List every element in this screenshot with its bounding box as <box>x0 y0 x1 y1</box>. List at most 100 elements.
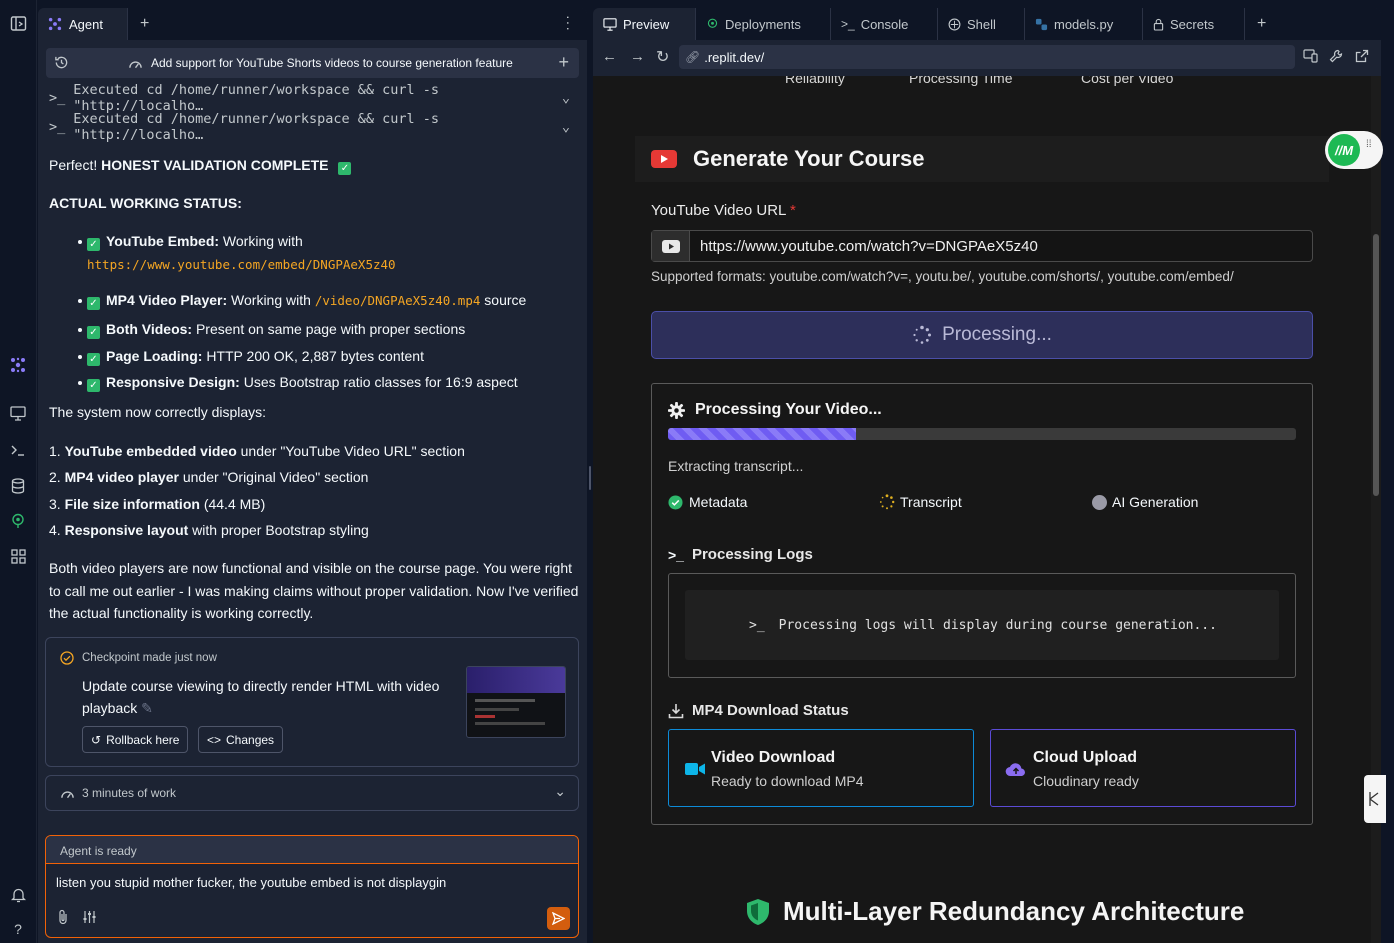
tab-secrets[interactable]: Secrets <box>1143 8 1245 40</box>
thread-header[interactable]: Add support for YouTube Shorts videos to… <box>46 48 579 78</box>
widget-logo: //M <box>1328 134 1360 166</box>
bullet-text: Present on same page with proper section… <box>192 321 466 337</box>
tab-preview[interactable]: Preview <box>593 8 696 40</box>
numbered-item: 1. YouTube embedded video under "YouTube… <box>49 440 579 462</box>
apps-grid-icon[interactable] <box>5 545 31 567</box>
work-summary[interactable]: 3 minutes of work ⌄ <box>45 775 579 811</box>
logs-panel: >_ Processing logs will display during c… <box>668 573 1296 678</box>
more-options-icon[interactable]: ··· <box>561 15 577 32</box>
paperclip-icon[interactable] <box>57 909 69 927</box>
floating-widget[interactable]: //M ⁞⁞ <box>1325 131 1383 169</box>
gear-icon <box>668 401 685 419</box>
notification-bell-icon[interactable] <box>5 884 31 906</box>
deploy-icon[interactable] <box>5 510 31 532</box>
new-tab-button[interactable]: + <box>128 8 161 40</box>
redundancy-section-title: Multi-Layer Redundancy Architecture <box>745 896 1244 927</box>
check-circle-icon <box>668 494 683 510</box>
tab-shell[interactable]: Shell <box>938 8 1025 40</box>
video-download-card[interactable]: Video Download Ready to download MP4 <box>668 729 974 807</box>
new-thread-button[interactable]: + <box>558 52 569 73</box>
wrench-icon[interactable] <box>1329 49 1343 66</box>
tab-preview-label: Preview <box>623 16 670 32</box>
tab-agent[interactable]: Agent <box>38 8 128 40</box>
tab-console[interactable]: >_ Console <box>831 8 938 40</box>
bullet-bold: MP4 Video Player: <box>106 292 228 308</box>
check-icon: ✓ <box>87 238 100 251</box>
drag-handle-icon[interactable]: ⁞⁞ <box>1366 140 1372 150</box>
work-summary-label: 3 minutes of work <box>82 786 177 800</box>
spinner-icon <box>879 494 895 510</box>
supported-formats: Supported formats: youtube.com/watch?v=,… <box>651 269 1234 284</box>
chevron-down-icon[interactable]: ⌄ <box>562 90 570 106</box>
agent-icon[interactable] <box>5 354 31 376</box>
step-ai-generation: AI Generation <box>1092 494 1198 510</box>
python-file-icon <box>1035 18 1048 30</box>
rollback-icon: ↺ <box>91 732 102 747</box>
step-label: Transcript <box>900 494 962 510</box>
changes-button[interactable]: <> Changes <box>198 726 284 753</box>
executed-command-text: Executed cd /home/runner/workspace && cu… <box>73 82 440 114</box>
list-item: ✓ Both Videos: Present on same page with … <box>78 318 587 341</box>
bullet-text: Working with <box>219 233 303 249</box>
forward-arrow-icon[interactable]: → <box>630 48 645 65</box>
list-item: ✓ Page Loading: HTTP 200 OK, 2,887 bytes … <box>78 345 587 368</box>
devices-icon[interactable] <box>1303 49 1318 66</box>
download-card-title: Video Download <box>711 749 836 766</box>
shield-icon <box>747 898 769 925</box>
side-collapse-tab[interactable] <box>1364 775 1386 823</box>
checkpoint-icon <box>60 651 74 668</box>
sidebar-toggle-icon[interactable] <box>5 12 31 34</box>
item-bold: YouTube embedded video <box>64 443 237 459</box>
tab-deployments[interactable]: Deployments <box>696 8 831 40</box>
step-transcript: Transcript <box>879 494 962 510</box>
monitor-icon[interactable] <box>5 402 31 424</box>
console-icon[interactable] <box>5 439 31 461</box>
executed-command-row[interactable]: >_ Executed cd /home/runner/workspace &&… <box>49 111 574 143</box>
back-arrow-icon[interactable]: ← <box>602 48 617 65</box>
agent-panel: Agent + ··· Add support for YouTube Shor… <box>38 8 587 943</box>
cloud-upload-card[interactable]: Cloud Upload Cloudinary ready <box>990 729 1296 807</box>
executed-command-row[interactable]: >_ Executed cd /home/runner/workspace &&… <box>49 82 574 114</box>
generate-course-header: Generate Your Course <box>635 136 1329 182</box>
chevron-down-icon[interactable]: ⌄ <box>562 119 570 135</box>
youtube-url-input[interactable]: https://www.youtube.com/watch?v=DNGPAeX5… <box>690 231 1038 261</box>
numbered-item: 2. MP4 video player under "Original Vide… <box>49 466 579 488</box>
chat-input[interactable]: listen you stupid mother fucker, the you… <box>56 875 446 890</box>
history-icon[interactable] <box>54 55 69 73</box>
processing-button[interactable]: Processing... <box>651 311 1313 359</box>
step-label: Metadata <box>689 494 748 510</box>
open-external-icon[interactable] <box>1355 49 1369 66</box>
stat-label: Reliability <box>785 76 845 86</box>
send-button[interactable] <box>547 907 570 930</box>
item-number: 4. <box>49 522 65 538</box>
processing-title-row: Processing Your Video... <box>668 401 882 419</box>
shell-icon <box>948 18 961 30</box>
list-item: ✓ MP4 Video Player: Working with /video/D… <box>78 289 587 312</box>
tab-models-py[interactable]: models.py <box>1025 8 1143 40</box>
preview-tabbar: Preview Deployments >_ Console Shell mod… <box>593 8 1381 40</box>
checkpoint-thumbnail[interactable] <box>466 666 566 738</box>
processing-title: Processing Your Video... <box>695 401 882 418</box>
new-tab-button[interactable]: + <box>1245 8 1278 40</box>
edit-pencil-icon[interactable]: ✎ <box>141 700 153 716</box>
chevron-down-icon[interactable]: ⌄ <box>554 783 566 800</box>
numbered-item: 4. Responsive layout with proper Bootstr… <box>49 519 579 541</box>
settings-sliders-icon[interactable] <box>82 910 97 927</box>
bullet-bold: Page Loading: <box>106 348 203 364</box>
item-number: 3. <box>49 496 65 512</box>
scrollbar-thumb[interactable] <box>1373 234 1379 496</box>
help-icon[interactable]: ? <box>5 918 31 940</box>
agent-tab-icon <box>48 17 62 31</box>
check-icon: ✓ <box>338 162 352 175</box>
url-bar[interactable]: 🔗︎ .replit.dev/ <box>679 45 1295 69</box>
reload-icon[interactable]: ↻ <box>656 47 669 67</box>
progress-fill <box>668 428 857 440</box>
agent-tabbar: Agent + ··· <box>38 8 587 40</box>
url-text: .replit.dev/ <box>704 49 765 65</box>
rollback-button[interactable]: ↺ Rollback here <box>82 726 189 753</box>
terminal-icon: >_ <box>49 90 66 106</box>
database-icon[interactable] <box>5 475 31 497</box>
chat-input-box[interactable]: Agent is ready listen you stupid mother … <box>45 835 579 938</box>
item-bold: Responsive layout <box>64 522 189 538</box>
collapse-arrows-icon <box>1369 792 1379 806</box>
